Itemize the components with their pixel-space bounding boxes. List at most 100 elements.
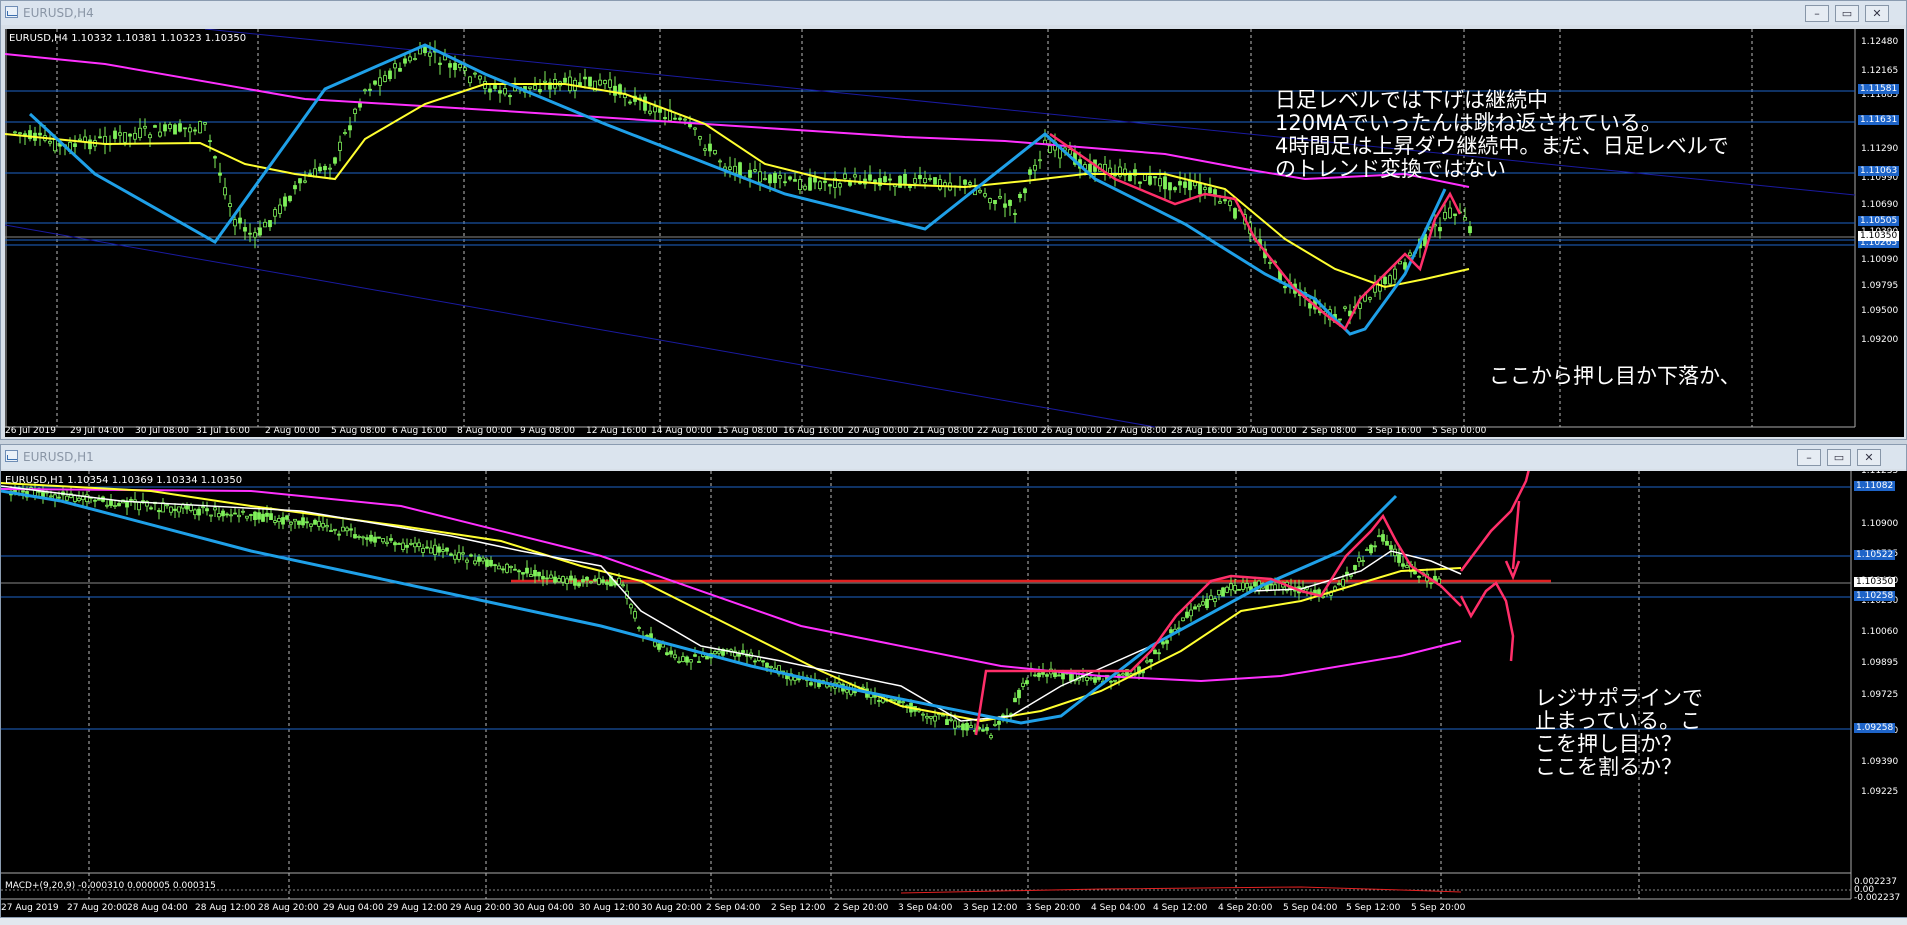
candle-body: [1397, 554, 1401, 563]
time-scale-label: 28 Aug 16:00: [1171, 426, 1232, 436]
candle-body: [283, 196, 287, 207]
candle-body: [589, 581, 593, 583]
candle-body: [337, 533, 341, 536]
candle-body: [569, 575, 573, 581]
time-scale-label: 9 Aug 08:00: [520, 426, 575, 436]
candle-body: [461, 552, 465, 555]
window-title: EURUSD,H4: [23, 6, 94, 20]
candle-body: [201, 506, 205, 509]
candle-body: [968, 182, 972, 185]
time-scale-label: 27 Aug 2019: [1, 903, 59, 913]
candle-body: [388, 70, 392, 80]
candle-body: [349, 528, 353, 531]
price-chart-h4[interactable]: EURUSD,H4 1.10332 1.10381 1.10323 1.1035…: [5, 29, 1904, 437]
candle-body: [793, 677, 797, 681]
time-scale-label: 3 Sep 20:00: [1026, 903, 1081, 913]
candle-body: [477, 556, 481, 562]
candle-body: [468, 76, 472, 84]
candle-body: [1369, 544, 1373, 554]
candle-body: [233, 219, 237, 227]
candle-body: [928, 178, 932, 180]
candle-body: [983, 193, 987, 197]
candle-body: [1201, 601, 1205, 606]
time-scale-label: 8 Aug 00:00: [457, 426, 512, 436]
candle-body: [741, 650, 745, 654]
candle-body: [268, 220, 272, 228]
candle-body: [157, 510, 161, 513]
close-button[interactable]: ✕: [1857, 449, 1881, 466]
candle-body: [941, 714, 945, 717]
candle-body: [763, 178, 767, 180]
candle-body: [717, 650, 721, 654]
candle-body: [1388, 275, 1392, 285]
candle-body: [793, 179, 797, 182]
candle-body: [768, 174, 772, 184]
title-bar[interactable]: EURUSD,H1 – ▭ ✕: [1, 445, 1906, 469]
time-scale-label: 5 Sep 12:00: [1346, 903, 1401, 913]
candle-body: [321, 523, 325, 528]
candle-body: [938, 179, 942, 190]
restore-button[interactable]: ▭: [1827, 449, 1851, 466]
candle-body: [489, 559, 493, 567]
candle-body: [665, 652, 669, 656]
candle-body: [985, 727, 989, 731]
candle-body: [189, 504, 193, 511]
candle-body: [1089, 677, 1093, 680]
time-scale-label: 2 Sep 04:00: [706, 903, 761, 913]
candle-body: [1341, 579, 1345, 587]
candle-body: [245, 515, 249, 519]
candle-body: [1109, 680, 1113, 683]
candle-body: [193, 129, 197, 132]
candle-body: [208, 140, 212, 143]
candle-body: [241, 510, 245, 513]
symbol-info: EURUSD,H1 1.10354 1.10369 1.10334 1.1035…: [5, 475, 243, 486]
candle-body: [397, 543, 401, 545]
candle-body: [343, 132, 347, 135]
chart-tabs-bar[interactable]: [0, 918, 1907, 925]
price-chart-h1[interactable]: EURUSD,H1 1.10354 1.10369 1.10334 1.1035…: [1, 471, 1907, 917]
candle-body: [1053, 672, 1057, 678]
candle-body: [1045, 674, 1049, 677]
minimize-button[interactable]: –: [1805, 5, 1829, 22]
candle-body: [1268, 262, 1272, 264]
candle-body: [1223, 199, 1227, 202]
candle-body: [1218, 201, 1222, 204]
candle-body: [1393, 268, 1397, 280]
candle-body: [328, 167, 332, 170]
candle-body: [1209, 595, 1213, 601]
candle-body: [581, 579, 585, 583]
minimize-button[interactable]: –: [1797, 449, 1821, 466]
annotation-line: のトレンド変換ではない: [1275, 157, 1506, 181]
time-scale-label: 30 Aug 04:00: [513, 903, 574, 913]
candle-body: [1217, 589, 1221, 596]
candle-body: [1145, 660, 1149, 663]
candle-body: [605, 581, 609, 585]
candle-body: [637, 627, 641, 629]
time-scale-label: 15 Aug 08:00: [717, 426, 778, 436]
candle-body: [533, 85, 537, 90]
candle-body: [648, 110, 652, 114]
candle-body: [989, 735, 993, 739]
candle-body: [1198, 183, 1202, 195]
restore-button[interactable]: ▭: [1835, 5, 1859, 22]
price-scale-label: 1.09225: [1861, 787, 1899, 797]
candle-body: [1229, 583, 1233, 591]
candle-body: [1057, 674, 1061, 677]
candle-body: [698, 136, 702, 140]
candle-body: [1183, 181, 1187, 188]
candle-body: [713, 651, 717, 655]
candle-body: [678, 117, 682, 120]
candle-body: [1013, 213, 1017, 215]
time-scale-label: 4 Sep 20:00: [1218, 903, 1273, 913]
candle-body: [597, 577, 601, 585]
title-bar[interactable]: EURUSD,H4 – ▭ ✕: [1, 1, 1906, 25]
close-button[interactable]: ✕: [1865, 5, 1889, 22]
candle-body: [1113, 174, 1117, 177]
candle-body: [1373, 545, 1377, 548]
candle-body: [657, 643, 661, 650]
time-scale-label: 22 Aug 16:00: [977, 426, 1038, 436]
candle-body: [18, 132, 22, 135]
candle-body: [963, 179, 967, 185]
candle-body: [853, 174, 857, 178]
candle-body: [177, 506, 181, 513]
